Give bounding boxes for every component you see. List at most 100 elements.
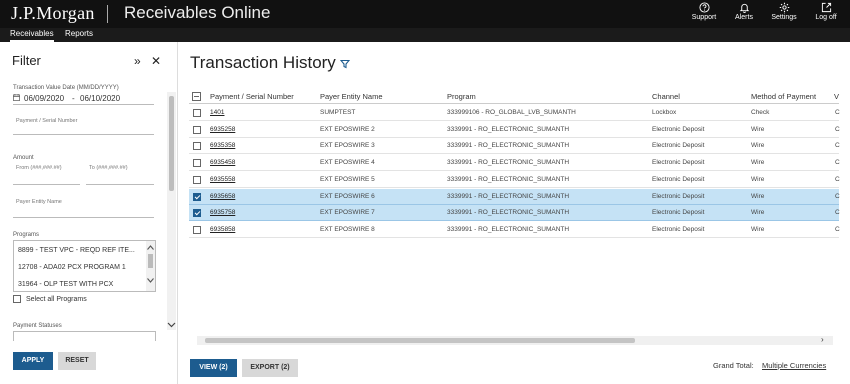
cell-payer: EXT EPOSWIRE 5	[320, 175, 375, 183]
cell-channel: Electronic Deposit	[652, 159, 705, 167]
cell-serial[interactable]: 6935558	[210, 176, 235, 183]
programs-scroll-thumb[interactable]	[148, 254, 153, 268]
apply-button[interactable]: APPLY	[13, 352, 53, 370]
table-row[interactable]: 6935358 EXT EPOSWIRE 3 3339991 - RO_ELECTR…	[189, 138, 840, 155]
table-row[interactable]: 6935458 EXT EPOSWIRE 4 3339991 - RO_ELECTR…	[189, 155, 840, 172]
column-header-payer[interactable]: Payer Entity Name	[320, 92, 383, 101]
column-header-program[interactable]: Program	[447, 92, 476, 101]
cell-serial[interactable]: 6935758	[210, 209, 235, 216]
logoff-label: Log off	[815, 14, 837, 21]
column-header-v[interactable]: V	[834, 92, 839, 101]
date-label: Transaction Value Date (MM/DD/YYYY)	[13, 85, 119, 91]
support-button[interactable]: Support	[684, 2, 724, 21]
top-bar: J.P.Morgan Receivables Online Support Al…	[0, 0, 850, 28]
payer-entity-input[interactable]: Payer Entity Name	[16, 199, 62, 205]
table-scroll-thumb[interactable]	[205, 338, 635, 343]
select-all-rows-checkbox[interactable]	[192, 92, 201, 101]
column-header-serial[interactable]: Payment / Serial Number	[210, 92, 294, 101]
indeterminate-icon	[194, 96, 199, 97]
date-to-input[interactable]: 06/10/2020	[80, 94, 120, 103]
table-row[interactable]: 6935558 EXT EPOSWIRE 5 3339991 - RO_ELECTR…	[189, 172, 840, 188]
chevron-down-icon[interactable]	[167, 322, 176, 328]
filter-icon[interactable]	[340, 59, 350, 69]
cell-v: C	[835, 192, 840, 200]
cell-program: 3339991 - RO_ELECTRONIC_SUMANTH	[447, 209, 570, 217]
row-checkbox[interactable]	[193, 225, 201, 234]
settings-button[interactable]: Settings	[764, 2, 804, 21]
brand-logo[interactable]: J.P.Morgan	[11, 3, 95, 24]
amount-to-input[interactable]: To (###,###.##)	[89, 165, 128, 171]
cell-program: 3339991 - RO_ELECTRONIC_SUMANTH	[447, 225, 570, 233]
program-option[interactable]: 31964 - OLP TEST WITH PCX	[18, 281, 113, 288]
payment-statuses-label: Payment Statuses	[13, 323, 62, 329]
logoff-button[interactable]: Log off	[806, 2, 846, 21]
column-header-channel[interactable]: Channel	[652, 92, 680, 101]
bell-icon	[739, 3, 749, 13]
export-button[interactable]: EXPORT (2)	[242, 359, 298, 377]
payment-statuses-listbox[interactable]	[13, 331, 156, 341]
logout-icon	[821, 2, 831, 13]
cell-program: 3339991 - RO_ELECTRONIC_SUMANTH	[447, 125, 570, 133]
filter-scroll-thumb[interactable]	[169, 96, 174, 191]
cell-serial[interactable]: 6935258	[210, 126, 235, 133]
programs-label: Programs	[13, 232, 40, 238]
amount-from-input[interactable]: From (###,###.##)	[16, 165, 62, 171]
row-checkbox[interactable]	[193, 159, 201, 168]
row-checkbox[interactable]	[193, 125, 201, 134]
cell-method: Wire	[751, 175, 765, 183]
cell-payer: EXT EPOSWIRE 4	[320, 159, 375, 167]
alerts-button[interactable]: Alerts	[724, 2, 764, 21]
row-checkbox[interactable]	[193, 192, 201, 201]
collapse-panel-icon[interactable]: »	[134, 54, 141, 68]
tab-receivables[interactable]: Receivables	[10, 29, 54, 42]
row-checkbox[interactable]	[193, 109, 201, 117]
payment-serial-input[interactable]: Payment / Serial Number	[16, 118, 77, 124]
tab-reports[interactable]: Reports	[65, 29, 93, 40]
gear-icon	[779, 2, 789, 13]
row-checkbox[interactable]	[193, 175, 201, 184]
table-horizontal-scrollbar[interactable]	[197, 336, 833, 345]
cell-program: 3339991 - RO_ELECTRONIC_SUMANTH	[447, 192, 570, 200]
close-icon[interactable]: ✕	[151, 54, 161, 68]
row-checkbox[interactable]	[193, 142, 201, 151]
cell-serial[interactable]: 1401	[210, 109, 224, 116]
date-from-input[interactable]: 06/09/2020	[24, 94, 64, 103]
program-option[interactable]: 8899 - TEST VPC - REQD REF ITE...	[18, 247, 135, 254]
calendar-icon[interactable]	[13, 94, 20, 101]
cell-serial[interactable]: 6935858	[210, 226, 235, 233]
table-row[interactable]: 6935658 EXT EPOSWIRE 6 3339991 - RO_ELECTR…	[189, 188, 840, 205]
table-row[interactable]: 6935258 EXT EPOSWIRE 2 3339991 - RO_ELECTR…	[189, 122, 840, 138]
column-header-method[interactable]: Method of Payment	[751, 92, 816, 101]
cell-program: 3339991 - RO_ELECTRONIC_SUMANTH	[447, 175, 570, 183]
view-button[interactable]: VIEW (2)	[190, 359, 237, 377]
grand-total-label: Grand Total:	[713, 361, 754, 370]
cell-serial[interactable]: 6935458	[210, 159, 235, 166]
row-checkbox[interactable]	[193, 209, 201, 218]
programs-listbox[interactable]: 8899 - TEST VPC - REQD REF ITE... 12708 …	[13, 240, 156, 292]
table-row[interactable]: 6935858 EXT EPOSWIRE 8 3339991 - RO_ELECTR…	[189, 222, 840, 238]
filter-scrollbar[interactable]	[167, 92, 176, 330]
program-option[interactable]: 12708 - ADA02 PCX PROGRAM 1	[18, 264, 126, 271]
scroll-right-icon[interactable]: ›	[821, 335, 824, 344]
filter-title: Filter	[12, 53, 41, 68]
table-row[interactable]: 1401 SUMPTEST 333999106 - RO_GLOBAL_LVB_SU…	[189, 105, 840, 121]
grand-total-link[interactable]: Multiple Currencies	[762, 361, 826, 370]
cell-program: 3339991 - RO_ELECTRONIC_SUMANTH	[447, 159, 570, 167]
chevron-down-icon[interactable]	[147, 278, 154, 283]
alerts-label: Alerts	[735, 14, 753, 21]
cell-method: Wire	[751, 159, 765, 167]
programs-scrollbar[interactable]	[146, 241, 155, 291]
cell-serial[interactable]: 6935658	[210, 193, 235, 200]
cell-serial[interactable]: 6935358	[210, 142, 235, 149]
chevron-up-icon[interactable]	[147, 245, 154, 250]
cell-program: 333999106 - RO_GLOBAL_LVB_SUMANTH	[447, 109, 576, 116]
table-row[interactable]: 6935758 EXT EPOSWIRE 7 3339991 - RO_ELECTR…	[189, 205, 840, 222]
support-label: Support	[691, 14, 717, 21]
reset-button[interactable]: RESET	[58, 352, 96, 370]
payer-entity-underline	[13, 217, 154, 218]
nav-bar: Receivables Reports	[0, 28, 850, 42]
select-all-programs-checkbox[interactable]	[13, 295, 21, 303]
cell-channel: Electronic Deposit	[652, 192, 705, 200]
date-underline	[13, 104, 154, 105]
cell-channel: Electronic Deposit	[652, 142, 705, 150]
